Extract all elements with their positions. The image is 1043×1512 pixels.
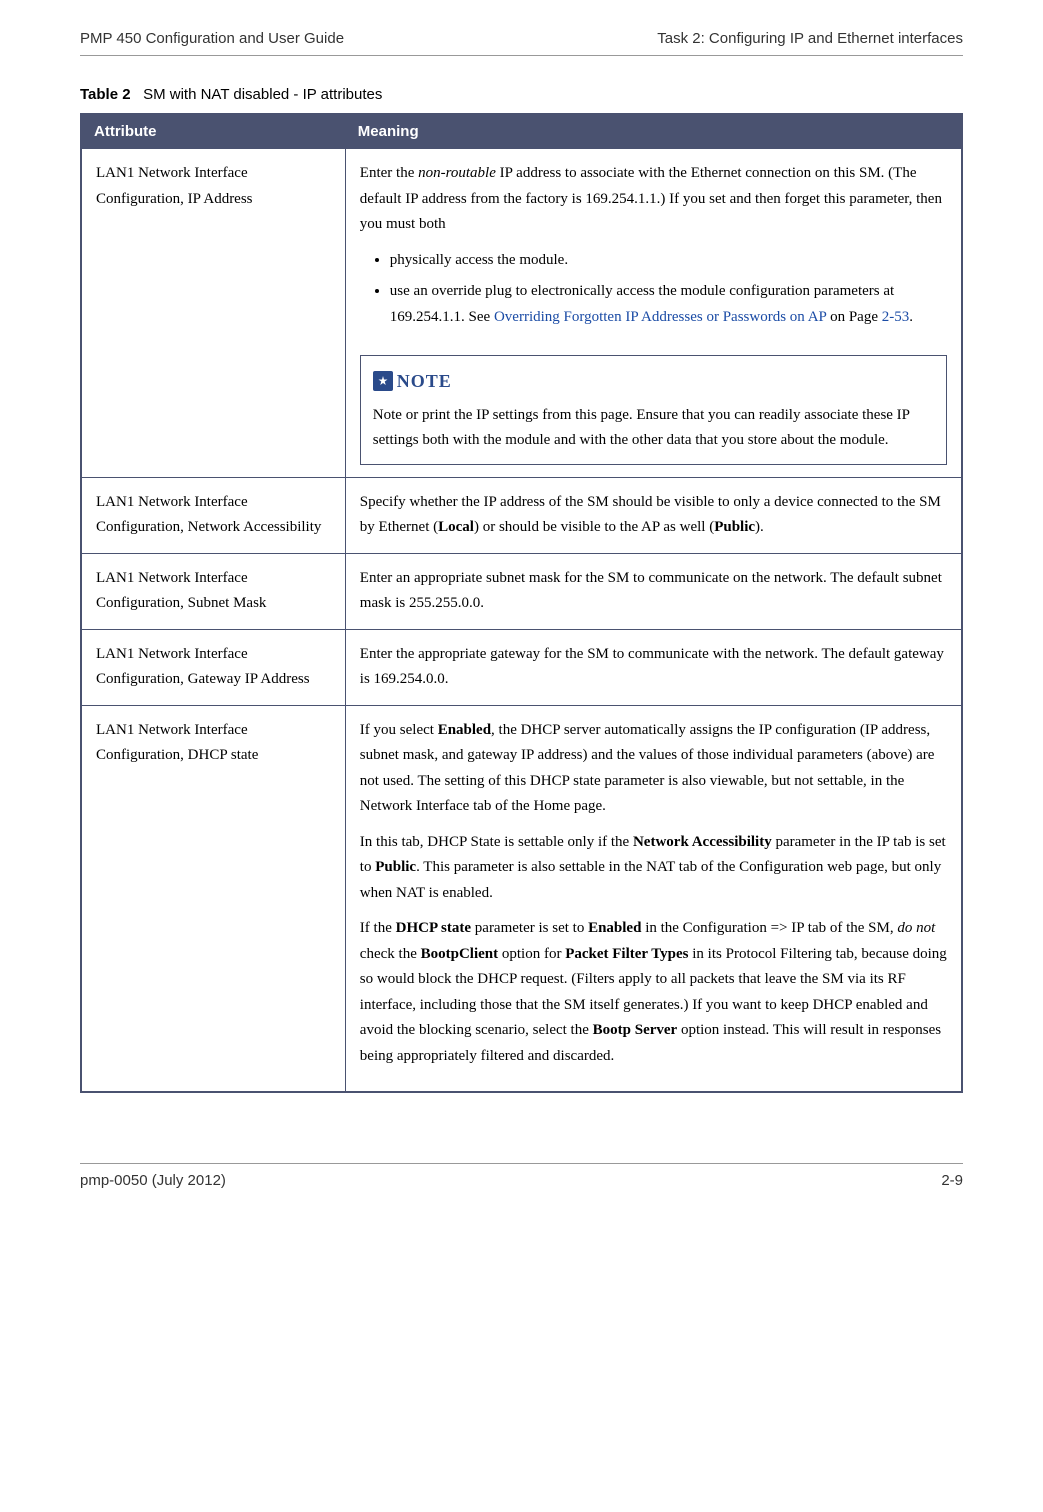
link-pageref[interactable]: 2-53 xyxy=(882,309,910,325)
footer-left: pmp-0050 (July 2012) xyxy=(80,1172,226,1189)
attr-cell: LAN1 Network Interface Configuration, DH… xyxy=(81,705,345,1092)
table-row: LAN1 Network Interface Configuration, DH… xyxy=(81,705,962,1092)
header-left: PMP 450 Configuration and User Guide xyxy=(80,30,344,47)
header-right: Task 2: Configuring IP and Ethernet inte… xyxy=(657,30,963,47)
meaning-cell: Enter the non-routable IP address to ass… xyxy=(345,149,962,478)
table-row: LAN1 Network Interface Configuration, Ne… xyxy=(81,477,962,553)
bullet-list: physically access the module. use an ove… xyxy=(390,248,947,331)
attr-cell: LAN1 Network Interface Configuration, Ne… xyxy=(81,477,345,553)
col-attribute: Attribute xyxy=(81,114,345,149)
attr-cell: LAN1 Network Interface Configuration, Ga… xyxy=(81,629,345,705)
table-row: LAN1 Network Interface Configuration, Su… xyxy=(81,553,962,629)
table-title: SM with NAT disabled - IP attributes xyxy=(143,86,382,103)
table-caption: Table 2 SM with NAT disabled - IP attrib… xyxy=(80,86,963,103)
attr-cell: LAN1 Network Interface Configuration, IP… xyxy=(81,149,345,478)
list-item: physically access the module. xyxy=(390,248,947,274)
attr-cell: LAN1 Network Interface Configuration, Su… xyxy=(81,553,345,629)
page-header: PMP 450 Configuration and User Guide Tas… xyxy=(80,30,963,56)
footer-right: 2-9 xyxy=(941,1172,963,1189)
info-icon xyxy=(373,371,393,391)
note-label: NOTE xyxy=(397,366,452,397)
table-row: LAN1 Network Interface Configuration, IP… xyxy=(81,149,962,478)
list-item: use an override plug to electronically a… xyxy=(390,279,947,330)
note-body: Note or print the IP settings from this … xyxy=(373,403,934,454)
page-footer: pmp-0050 (July 2012) 2-9 xyxy=(80,1163,963,1189)
meaning-cell: If you select Enabled, the DHCP server a… xyxy=(345,705,962,1092)
col-meaning: Meaning xyxy=(345,114,962,149)
meaning-cell: Enter the appropriate gateway for the SM… xyxy=(345,629,962,705)
note-box: NOTE Note or print the IP settings from … xyxy=(360,355,947,465)
table-number: Table 2 xyxy=(80,86,131,103)
table-row: LAN1 Network Interface Configuration, Ga… xyxy=(81,629,962,705)
link-overriding[interactable]: Overriding Forgotten IP Addresses or Pas… xyxy=(494,309,826,325)
meaning-cell: Enter an appropriate subnet mask for the… xyxy=(345,553,962,629)
meaning-cell: Specify whether the IP address of the SM… xyxy=(345,477,962,553)
attributes-table: Attribute Meaning LAN1 Network Interface… xyxy=(80,113,963,1093)
